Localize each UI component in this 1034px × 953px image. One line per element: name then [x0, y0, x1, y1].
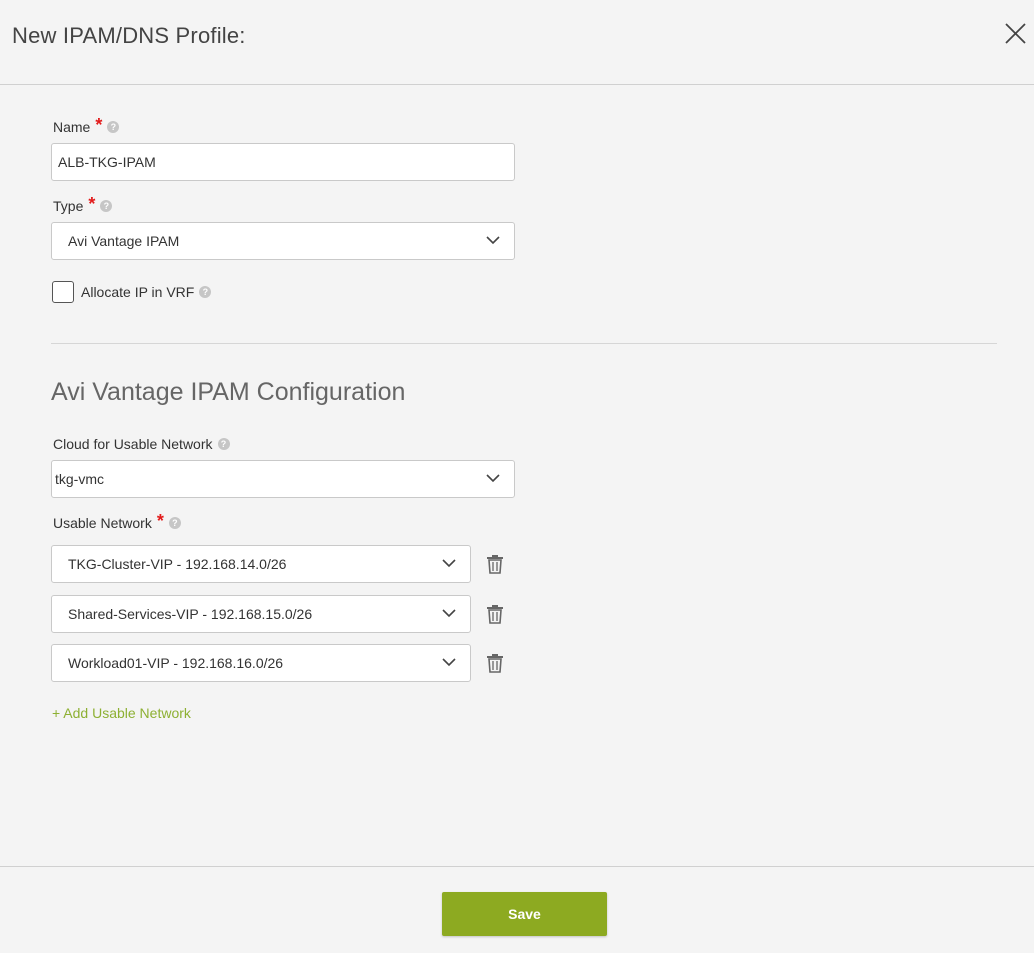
type-label: Type * ? — [53, 194, 113, 214]
page-title: New IPAM/DNS Profile: — [12, 23, 246, 48]
usable-network-label-text: Usable Network — [53, 515, 152, 531]
close-icon[interactable] — [1002, 21, 1028, 47]
help-icon[interactable]: ? — [217, 438, 230, 450]
name-input-value: ALB-TKG-IPAM — [58, 154, 156, 170]
trash-icon[interactable] — [486, 554, 504, 574]
help-icon[interactable]: ? — [168, 517, 181, 529]
help-icon[interactable]: ? — [100, 200, 113, 212]
type-label-text: Type — [53, 198, 84, 214]
chevron-down-icon — [442, 658, 456, 667]
cloud-label-text: Cloud for Usable Network — [53, 436, 213, 452]
allocate-ip-vrf-label-text: Allocate IP in VRF — [81, 284, 195, 300]
usable-network-select[interactable]: TKG-Cluster-VIP - 192.168.14.0/26 — [51, 545, 471, 583]
name-label: Name * ? — [53, 115, 120, 135]
usable-network-value: TKG-Cluster-VIP - 192.168.14.0/26 — [68, 556, 287, 572]
allocate-ip-vrf-label: Allocate IP in VRF ? — [81, 284, 212, 300]
save-button[interactable]: Save — [442, 892, 607, 936]
chevron-down-icon — [442, 609, 456, 618]
allocate-ip-vrf-checkbox[interactable] — [52, 281, 74, 303]
usable-network-label: Usable Network * ? — [53, 511, 181, 531]
dialog-header: New IPAM/DNS Profile: — [0, 0, 1034, 85]
usable-network-value: Shared-Services-VIP - 192.168.15.0/26 — [68, 606, 313, 622]
save-button-label: Save — [508, 906, 541, 922]
add-usable-network-link[interactable]: + Add Usable Network — [52, 705, 191, 721]
cloud-select[interactable]: tkg-vmc — [51, 460, 515, 498]
usable-network-select[interactable]: Workload01-VIP - 192.168.16.0/26 — [51, 644, 471, 682]
section-title: Avi Vantage IPAM Configuration — [51, 378, 406, 406]
required-marker: * — [156, 511, 164, 531]
required-marker: * — [88, 194, 96, 214]
usable-network-select[interactable]: Shared-Services-VIP - 192.168.15.0/26 — [51, 595, 471, 633]
name-label-text: Name — [53, 119, 91, 135]
type-select[interactable]: Avi Vantage IPAM — [51, 222, 515, 260]
cloud-label: Cloud for Usable Network ? — [53, 436, 230, 452]
chevron-down-icon — [486, 236, 500, 245]
cloud-select-value: tkg-vmc — [55, 471, 104, 487]
name-input[interactable]: ALB-TKG-IPAM — [51, 143, 515, 181]
help-icon[interactable]: ? — [199, 286, 212, 298]
section-divider — [51, 343, 997, 344]
chevron-down-icon — [486, 474, 500, 483]
trash-icon[interactable] — [486, 653, 504, 673]
chevron-down-icon — [442, 559, 456, 568]
type-select-value: Avi Vantage IPAM — [68, 233, 180, 249]
trash-icon[interactable] — [486, 604, 504, 624]
required-marker: * — [95, 115, 103, 135]
help-icon[interactable]: ? — [107, 121, 120, 133]
usable-network-value: Workload01-VIP - 192.168.16.0/26 — [68, 655, 284, 671]
